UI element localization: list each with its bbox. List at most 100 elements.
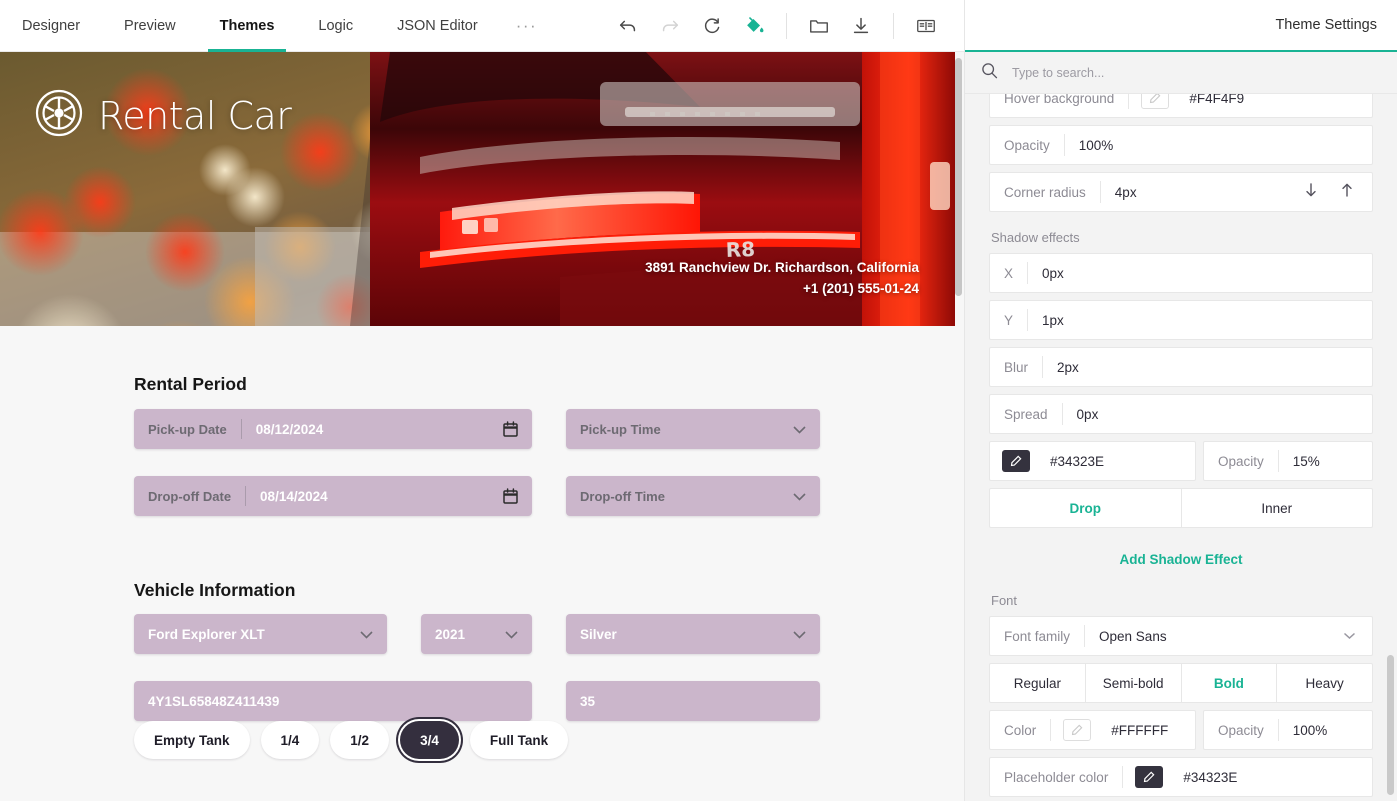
dropoff-time-field[interactable]: Drop-off Time: [566, 476, 820, 516]
hover-background-color-swatch[interactable]: [1141, 94, 1169, 109]
theme-settings-header: Theme Settings: [965, 0, 1397, 52]
placeholder-color-swatch[interactable]: [1135, 766, 1163, 788]
vehicle-mileage-field[interactable]: 35: [566, 681, 820, 721]
shadow-color-row[interactable]: #34323E: [989, 441, 1196, 481]
dropoff-date-value: 08/14/2024: [246, 489, 342, 504]
fuel-option-label: 1/4: [281, 733, 300, 748]
add-shadow-effect-button[interactable]: Add Shadow Effect: [989, 535, 1373, 575]
fuel-option-full-tank[interactable]: Full Tank: [470, 721, 568, 759]
font-family-row[interactable]: Font family Open Sans: [989, 616, 1373, 656]
shadow-blur-value: 2px: [1043, 360, 1372, 375]
contact-info: 3891 Ranchview Dr. Richardson, Californi…: [645, 258, 919, 300]
reset-button[interactable]: [692, 6, 732, 46]
opacity-row[interactable]: Opacity 100%: [989, 125, 1373, 165]
brand-name: Rental Car: [98, 94, 291, 138]
hover-background-value: #F4F4F9: [1175, 94, 1372, 106]
corner-radius-row[interactable]: Corner radius 4px: [989, 172, 1373, 212]
fuel-option-label: Full Tank: [490, 733, 548, 748]
corner-radius-value: 4px: [1101, 185, 1304, 200]
search-input[interactable]: [1010, 65, 1310, 81]
tab-json-editor[interactable]: JSON Editor: [375, 0, 500, 52]
shadow-x-row[interactable]: X 0px: [989, 253, 1373, 293]
tab-overflow-menu[interactable]: ···: [500, 0, 553, 52]
calendar-icon[interactable]: [503, 488, 518, 504]
shadow-type-inner[interactable]: Inner: [1182, 489, 1373, 527]
dropoff-date-field[interactable]: Drop-off Date 08/14/2024: [134, 476, 532, 516]
chevron-down-icon[interactable]: [793, 627, 806, 642]
shadow-blur-row[interactable]: Blur 2px: [989, 347, 1373, 387]
theme-search-bar[interactable]: [965, 52, 1397, 94]
shadow-spread-label: Spread: [990, 403, 1063, 425]
fuel-option-half[interactable]: 1/2: [330, 721, 389, 759]
font-weight-bold-label: Bold: [1214, 676, 1244, 691]
font-weight-regular[interactable]: Regular: [990, 664, 1086, 702]
section-title-vehicle-information: Vehicle Information: [134, 580, 295, 601]
chevron-down-icon[interactable]: [360, 627, 373, 642]
shadow-x-value: 0px: [1028, 266, 1372, 281]
chevron-down-icon[interactable]: [1343, 627, 1372, 645]
preview-button[interactable]: [906, 6, 946, 46]
font-color-row[interactable]: Color #FFFFFF: [989, 710, 1196, 750]
tab-themes[interactable]: Themes: [198, 0, 297, 52]
fuel-option-label: Empty Tank: [154, 733, 230, 748]
placeholder-color-label: Placeholder color: [990, 766, 1123, 788]
section-title-rental-period: Rental Period: [134, 374, 247, 395]
font-weight-bold[interactable]: Bold: [1182, 664, 1278, 702]
fuel-option-empty-tank[interactable]: Empty Tank: [134, 721, 250, 759]
tab-designer[interactable]: Designer: [0, 0, 102, 52]
font-weight-heavy-label: Heavy: [1305, 676, 1343, 691]
dropoff-date-label: Drop-off Date: [134, 486, 246, 506]
theme-button[interactable]: [734, 6, 774, 46]
shadow-opacity-row[interactable]: Opacity 15%: [1203, 441, 1373, 481]
preview-book-icon: [915, 15, 937, 37]
placeholder-color-value: #34323E: [1169, 770, 1372, 785]
shadow-type-drop[interactable]: Drop: [990, 489, 1182, 527]
redo-button[interactable]: [650, 6, 690, 46]
theme-panel-scrollbar[interactable]: [1387, 655, 1394, 795]
calendar-icon[interactable]: [503, 421, 518, 437]
pickup-date-field[interactable]: Pick-up Date 08/12/2024: [134, 409, 532, 449]
pickup-time-field[interactable]: Pick-up Time: [566, 409, 820, 449]
toolbar-separator-2: [893, 13, 894, 39]
arrow-down-icon[interactable]: [1304, 182, 1318, 203]
tab-preview[interactable]: Preview: [102, 0, 198, 52]
font-opacity-row[interactable]: Opacity 100%: [1203, 710, 1373, 750]
font-group-label: Font: [991, 593, 1373, 608]
font-weight-semi-bold[interactable]: Semi-bold: [1086, 664, 1182, 702]
chevron-down-icon[interactable]: [793, 489, 806, 504]
shadow-effects-group-label: Shadow effects: [991, 230, 1373, 245]
fuel-option-quarter[interactable]: 1/4: [261, 721, 320, 759]
font-color-opacity-pair: Color #FFFFFF Opacity 100%: [989, 710, 1373, 750]
tab-logic-label: Logic: [318, 18, 353, 34]
shadow-y-row[interactable]: Y 1px: [989, 300, 1373, 340]
toolbar-separator-1: [786, 13, 787, 39]
font-color-swatch[interactable]: [1063, 719, 1091, 741]
designer-scrollbar[interactable]: [955, 58, 962, 296]
shadow-blur-label: Blur: [990, 356, 1043, 378]
hover-background-row[interactable]: Hover background #F4F4F9: [989, 94, 1373, 118]
shadow-color-swatch[interactable]: [1002, 450, 1030, 472]
shadow-opacity-label: Opacity: [1204, 450, 1279, 472]
chevron-down-icon[interactable]: [793, 422, 806, 437]
survey-creator-app: Designer Preview Themes Logic JSON Edito…: [0, 0, 1397, 801]
add-shadow-effect-label: Add Shadow Effect: [1119, 552, 1242, 567]
open-button[interactable]: [799, 6, 839, 46]
chevron-down-icon[interactable]: [505, 627, 518, 642]
tab-logic[interactable]: Logic: [296, 0, 375, 52]
theme-settings-list: Hover background #F4F4F9 Opacity 100% Co…: [965, 94, 1397, 797]
arrow-up-icon[interactable]: [1340, 182, 1354, 203]
font-weight-heavy[interactable]: Heavy: [1277, 664, 1372, 702]
shadow-spread-row[interactable]: Spread 0px: [989, 394, 1373, 434]
vehicle-year-field[interactable]: 2021: [421, 614, 532, 654]
font-color-label: Color: [990, 719, 1051, 741]
vehicle-color-field[interactable]: Silver: [566, 614, 820, 654]
vehicle-model-field[interactable]: Ford Explorer XLT: [134, 614, 387, 654]
undo-button[interactable]: [608, 6, 648, 46]
placeholder-color-row[interactable]: Placeholder color #34323E: [989, 757, 1373, 797]
shadow-y-value: 1px: [1028, 313, 1372, 328]
download-button[interactable]: [841, 6, 881, 46]
fuel-option-three-quarter[interactable]: 3/4: [400, 721, 459, 759]
vehicle-vin-field[interactable]: 4Y1SL65848Z411439: [134, 681, 532, 721]
tab-themes-label: Themes: [220, 18, 275, 34]
font-weight-semi-bold-label: Semi-bold: [1103, 676, 1164, 691]
